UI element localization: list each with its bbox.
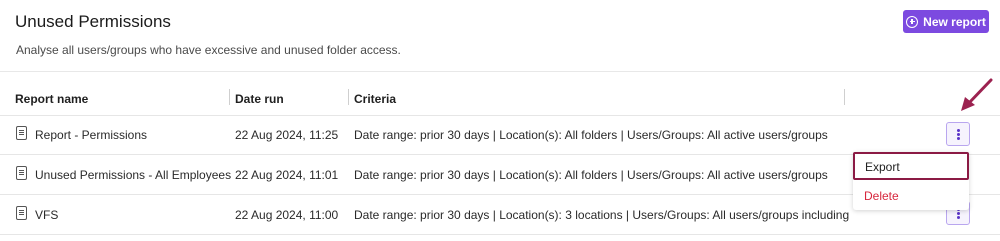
kebab-vertical-icon <box>956 132 960 136</box>
menu-item-delete[interactable]: Delete <box>864 189 899 203</box>
table-row[interactable]: Report - Permissions 22 Aug 2024, 11:25 … <box>0 116 1000 154</box>
row-actions-button[interactable] <box>946 122 970 146</box>
kebab-vertical-icon <box>956 211 960 215</box>
row-divider <box>0 194 1000 195</box>
page-title: Unused Permissions <box>15 12 171 31</box>
report-name[interactable]: VFS <box>35 208 58 222</box>
menu-item-export[interactable]: Export <box>853 152 969 180</box>
date-run: 22 Aug 2024, 11:25 <box>235 128 339 142</box>
criteria: Date range: prior 30 days | Location(s):… <box>354 128 828 142</box>
column-separator <box>348 89 349 105</box>
column-header-date-run[interactable]: Date run <box>235 92 284 106</box>
document-icon <box>16 166 27 180</box>
row-actions-menu: Export Delete <box>853 152 969 210</box>
table-header: Report name Date run Criteria <box>0 84 1000 114</box>
new-report-label: New report <box>923 14 986 29</box>
document-icon <box>16 126 27 140</box>
new-report-button[interactable]: New report <box>903 10 989 33</box>
page-subtitle: Analyse all users/groups who have excess… <box>16 43 401 57</box>
header-divider <box>0 71 1000 72</box>
row-divider <box>0 234 1000 235</box>
report-name[interactable]: Report - Permissions <box>35 128 147 142</box>
document-icon <box>16 206 27 220</box>
arrow-icon <box>961 78 993 111</box>
column-separator <box>844 89 845 105</box>
criteria: Date range: prior 30 days | Location(s):… <box>354 168 828 182</box>
plus-circle-icon <box>906 15 919 28</box>
table-row[interactable]: VFS 22 Aug 2024, 11:00 Date range: prior… <box>0 196 1000 234</box>
date-run: 22 Aug 2024, 11:01 <box>235 168 339 182</box>
column-header-criteria[interactable]: Criteria <box>354 92 396 106</box>
row-divider <box>0 154 1000 155</box>
table-row[interactable]: Unused Permissions - All Employees 22 Au… <box>0 156 1000 194</box>
report-name[interactable]: Unused Permissions - All Employees <box>35 168 231 182</box>
criteria: Date range: prior 30 days | Location(s):… <box>354 208 850 222</box>
column-header-report-name[interactable]: Report name <box>15 92 88 106</box>
column-separator <box>229 89 230 105</box>
date-run: 22 Aug 2024, 11:00 <box>235 208 339 222</box>
